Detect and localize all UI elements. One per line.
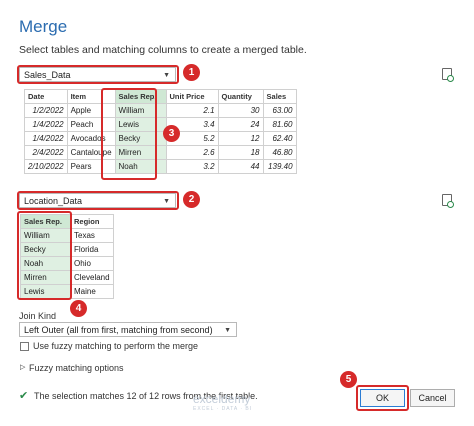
table-cell: 24: [217, 117, 264, 132]
join-kind-label: Join Kind: [19, 311, 57, 321]
check-icon: ✔: [19, 390, 29, 402]
table-cell: 1/2/2022: [24, 103, 68, 118]
column-header[interactable]: Sales: [262, 89, 297, 104]
table-cell: Maine: [70, 284, 114, 299]
dropdown-1-highlight: [17, 65, 179, 84]
table-cell: 2/4/2022: [24, 145, 68, 160]
table-cell: 44: [217, 159, 264, 174]
join-kind-dropdown[interactable]: Left Outer (all from first, matching fro…: [19, 322, 237, 337]
expand-triangle-icon[interactable]: ▷: [20, 363, 25, 371]
table-row: 2/10/2022 Pears Noah 3.2 44 139.40: [24, 159, 297, 174]
step-badge-3: 3: [163, 125, 180, 142]
table-cell: 62.40: [262, 131, 297, 146]
table-cell: Cleveland: [70, 270, 114, 285]
table-cell: Ohio: [70, 256, 114, 271]
column-header[interactable]: Region: [70, 214, 114, 229]
column-header[interactable]: Unit Price: [165, 89, 219, 104]
column-header[interactable]: Date: [24, 89, 68, 104]
table-cell: 81.60: [262, 117, 297, 132]
table-cell: 30: [217, 103, 264, 118]
column-header[interactable]: Quantity: [217, 89, 264, 104]
dialog-subtitle: Select tables and matching columns to cr…: [19, 44, 307, 56]
table-cell: 18: [217, 145, 264, 160]
step-badge-4: 4: [70, 300, 87, 317]
step-badge-2: 2: [183, 191, 200, 208]
table-cell: 139.40: [262, 159, 297, 174]
table-cell: 2.1: [165, 103, 219, 118]
dialog-title: Merge: [19, 17, 68, 36]
step-badge-5: 5: [340, 371, 357, 388]
sales-rep-column-highlight-1: [101, 88, 157, 180]
fuzzy-matching-label: Use fuzzy matching to perform the merge: [33, 341, 199, 351]
table-cell: 2/10/2022: [24, 159, 68, 174]
fuzzy-options-toggle[interactable]: Fuzzy matching options: [29, 363, 124, 373]
table-cell: 12: [217, 131, 264, 146]
table-cell: 63.00: [262, 103, 297, 118]
table-cell: 1/4/2022: [24, 117, 68, 132]
exceldemy-watermark: exceldemy EXCEL · DATA · BI: [193, 392, 253, 412]
refresh-preview-icon[interactable]: [442, 68, 454, 82]
dropdown-2-highlight: [17, 191, 179, 210]
table-cell: Florida: [70, 242, 114, 257]
table-cell: 3.2: [165, 159, 219, 174]
table-cell: 46.80: [262, 145, 297, 160]
refresh-preview-icon[interactable]: [442, 194, 454, 208]
step-badge-1: 1: [183, 64, 200, 81]
table-cell: 1/4/2022: [24, 131, 68, 146]
table-row: 1/4/2022 Avocados Becky 5.2 12 62.40: [24, 131, 297, 146]
first-table-preview: Date Item Sales Rep. Unit Price Quantity…: [24, 89, 297, 174]
table-row: 2/4/2022 Cantaloupe Mirren 2.6 18 46.80: [24, 145, 297, 160]
table-cell: 2.6: [165, 145, 219, 160]
sales-rep-column-highlight-2: [17, 211, 72, 300]
cancel-button[interactable]: Cancel: [410, 389, 455, 407]
join-kind-selected: Left Outer (all from first, matching fro…: [24, 325, 213, 335]
ok-button-highlight: [356, 385, 409, 411]
table-row: 1/2/2022 Apple William 2.1 30 63.00: [24, 103, 297, 118]
table-row: 1/4/2022 Peach Lewis 3.4 24 81.60: [24, 117, 297, 132]
table-cell: Texas: [70, 228, 114, 243]
chevron-down-icon: ▼: [224, 327, 231, 334]
fuzzy-matching-checkbox[interactable]: [20, 342, 29, 351]
